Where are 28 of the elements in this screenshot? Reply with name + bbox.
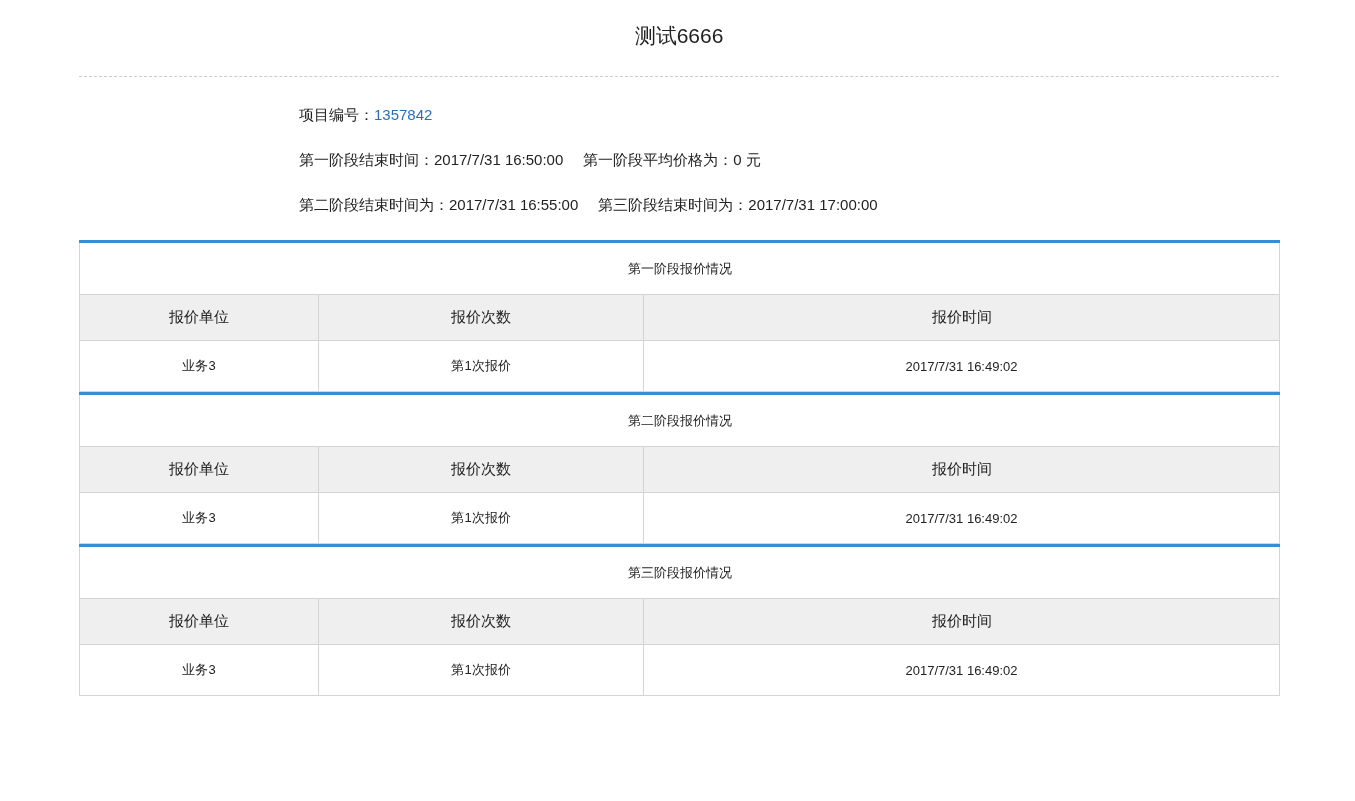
table-caption: 第三阶段报价情况 xyxy=(79,545,1280,599)
column-header: 报价次数 xyxy=(318,446,644,493)
table-cell: 2017/7/31 16:49:02 xyxy=(643,644,1280,696)
column-header: 报价次数 xyxy=(318,598,644,645)
table-caption: 第二阶段报价情况 xyxy=(79,393,1280,447)
column-header: 报价次数 xyxy=(318,294,644,341)
info-text: 第三阶段结束时间为：2017/7/31 17:00:00 xyxy=(598,195,878,215)
table-cell: 业务3 xyxy=(79,644,319,696)
project-number-label: 项目编号： xyxy=(299,105,374,125)
table-cell: 第1次报价 xyxy=(318,340,644,392)
table-cell: 第1次报价 xyxy=(318,644,644,696)
table-cell: 业务3 xyxy=(79,492,319,544)
page-title: 测试6666 xyxy=(634,23,724,49)
column-header: 报价单位 xyxy=(79,598,319,645)
table-cell: 2017/7/31 16:49:02 xyxy=(643,340,1280,392)
info-text: 第一阶段结束时间：2017/7/31 16:50:00 xyxy=(299,150,564,170)
table-cell: 2017/7/31 16:49:02 xyxy=(643,492,1280,544)
column-header: 报价时间 xyxy=(643,446,1280,493)
info-text: 第二阶段结束时间为：2017/7/31 16:55:00 xyxy=(299,195,579,215)
column-header: 报价时间 xyxy=(643,294,1280,341)
table-cell: 第1次报价 xyxy=(318,492,644,544)
info-text: 第一阶段平均价格为：0 元 xyxy=(583,150,761,170)
project-number-link[interactable]: 1357842 xyxy=(374,105,433,125)
column-header: 报价单位 xyxy=(79,294,319,341)
column-header: 报价单位 xyxy=(79,446,319,493)
table-caption: 第一阶段报价情况 xyxy=(79,241,1280,295)
table-cell: 业务3 xyxy=(79,340,319,392)
column-header: 报价时间 xyxy=(643,598,1280,645)
